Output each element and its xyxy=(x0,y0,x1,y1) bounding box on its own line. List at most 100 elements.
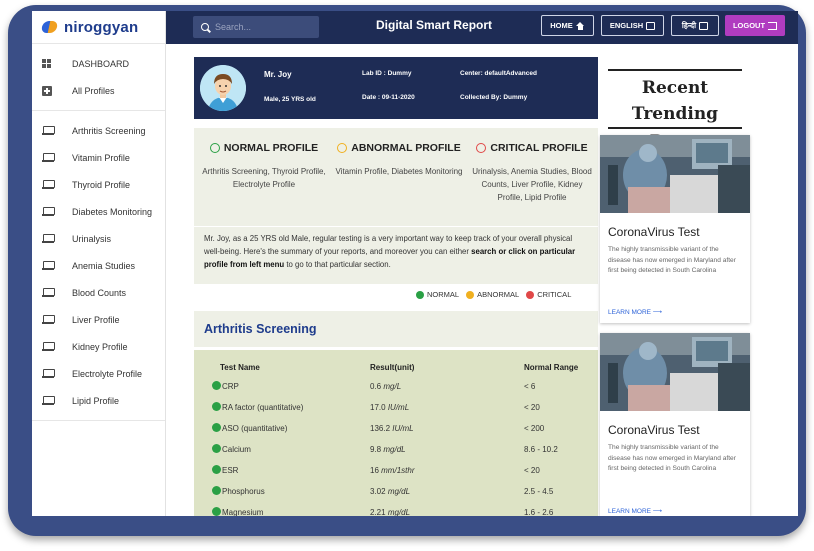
table-row: Calcium 9.8 mg/dL 8.6 - 10.2 xyxy=(194,439,598,460)
status-dot-icon xyxy=(212,507,221,516)
report-date: Date : 09-11-2020 xyxy=(362,94,415,101)
abnormal-profile-list: Vitamin Profile, Diabetes Monitoring xyxy=(335,167,463,176)
search-box[interactable] xyxy=(193,16,319,38)
laptop-icon xyxy=(42,288,55,297)
sidebar-item-label: All Profiles xyxy=(72,85,115,96)
table-row: Magnesium 2.21 mg/dL 1.6 - 2.6 xyxy=(194,502,598,516)
sidebar-item-anemia-studies[interactable]: Anemia Studies xyxy=(32,252,165,279)
profile-summary: NORMAL PROFILE Arthritis Screening, Thyr… xyxy=(194,128,598,284)
table-row: CRP 0.6 mg/L < 6 xyxy=(194,376,598,397)
logout-button-label: LOGOUT xyxy=(732,21,766,30)
patient-details: Male, 25 YRS old xyxy=(264,96,316,103)
laptop-icon xyxy=(42,261,55,270)
hindi-language-button[interactable]: हिन्दी xyxy=(671,15,719,36)
sidebar-item-label: Vitamin Profile xyxy=(72,152,130,163)
laptop-icon xyxy=(42,396,55,405)
normal-profile-title: NORMAL PROFILE xyxy=(223,142,319,154)
critical-profile-column: CRITICAL PROFILE Urinalysis, Anemia Stud… xyxy=(472,142,592,204)
trending-post-card[interactable]: CoronaVirus Test The highly transmissibl… xyxy=(600,333,750,516)
sad-face-icon xyxy=(476,143,487,153)
sidebar-profile-list: Arthritis Screening Vitamin Profile Thyr… xyxy=(32,111,165,421)
logout-icon xyxy=(768,21,778,30)
table-header: Test Name Result(unit) Normal Range xyxy=(220,362,579,372)
table-row: ESR 16 mm/1sthr < 20 xyxy=(194,460,598,481)
hindi-button-label: हिन्दी xyxy=(681,20,697,30)
section-title: Arthritis Screening xyxy=(194,311,598,347)
sidebar: niroggyan DASHBOARD All Profiles Arthrit… xyxy=(32,11,166,516)
status-dot-icon xyxy=(212,381,221,390)
lab-id: Lab ID : Dummy xyxy=(362,70,412,77)
home-button[interactable]: HOME xyxy=(541,15,594,36)
abnormal-dot-icon xyxy=(466,290,475,299)
sidebar-item-urinalysis[interactable]: Urinalysis xyxy=(32,225,165,252)
brand-logo[interactable]: niroggyan xyxy=(32,11,165,44)
smile-icon xyxy=(209,143,220,153)
table-row: ASO (quantitative) 136.2 IU/mL < 200 xyxy=(194,418,598,439)
sidebar-item-label: Liver Profile xyxy=(72,314,120,325)
post-excerpt: The highly transmissible variant of the … xyxy=(608,444,736,472)
post-title: CoronaVirus Test xyxy=(608,225,700,239)
normal-profile-column: NORMAL PROFILE Arthritis Screening, Thyr… xyxy=(202,142,326,191)
sidebar-item-thyroid-profile[interactable]: Thyroid Profile xyxy=(32,171,165,198)
sidebar-item-electrolyte-profile[interactable]: Electrolyte Profile xyxy=(32,360,165,387)
status-legend: NORMAL ABNORMAL CRITICAL xyxy=(416,290,571,299)
app-screen: niroggyan DASHBOARD All Profiles Arthrit… xyxy=(32,11,798,516)
sidebar-item-label: Blood Counts xyxy=(72,287,127,298)
results-table: Test Name Result(unit) Normal Range CRP 0… xyxy=(194,350,598,516)
arthritis-section: Arthritis Screening Test Name Result(uni… xyxy=(194,311,598,516)
post-title: CoronaVirus Test xyxy=(608,423,700,437)
sidebar-item-label: Urinalysis xyxy=(72,233,112,244)
learn-more-link[interactable]: LEARN MORE ⟶ xyxy=(600,308,670,316)
sidebar-item-dashboard[interactable]: DASHBOARD xyxy=(32,50,165,77)
patient-name: Mr. Joy xyxy=(264,70,292,79)
post-image xyxy=(600,135,750,213)
normal-profile-list: Arthritis Screening, Thyroid Profile, El… xyxy=(202,167,326,189)
center-name: Center: defaultAdvanced xyxy=(460,70,537,77)
english-language-button[interactable]: ENGLISH xyxy=(601,15,664,36)
post-excerpt: The highly transmissible variant of the … xyxy=(608,246,736,274)
logout-button[interactable]: LOGOUT xyxy=(725,15,785,36)
plus-square-icon xyxy=(42,86,53,96)
critical-profile-list: Urinalysis, Anemia Studies, Blood Counts… xyxy=(472,167,592,202)
logo-icon xyxy=(42,19,58,35)
sidebar-item-lipid-profile[interactable]: Lipid Profile xyxy=(32,387,165,414)
status-dot-icon xyxy=(212,423,221,432)
sidebar-item-label: Electrolyte Profile xyxy=(72,368,143,379)
sidebar-item-kidney-profile[interactable]: Kidney Profile xyxy=(32,333,165,360)
table-row: RA factor (quantitative) 17.0 IU/mL < 20 xyxy=(194,397,598,418)
abnormal-profile-column: ABNORMAL PROFILE Vitamin Profile, Diabet… xyxy=(334,142,464,178)
top-bar: Digital Smart Report HOME ENGLISH हिन्दी… xyxy=(166,11,798,44)
sidebar-item-vitamin-profile[interactable]: Vitamin Profile xyxy=(32,144,165,171)
status-dot-icon xyxy=(212,465,221,474)
laptop-icon xyxy=(42,180,55,189)
laptop-icon xyxy=(42,234,55,243)
normal-dot-icon xyxy=(416,290,424,299)
search-input[interactable] xyxy=(215,22,310,32)
sidebar-item-diabetes-monitoring[interactable]: Diabetes Monitoring xyxy=(32,198,165,225)
sidebar-item-label: Arthritis Screening xyxy=(72,125,146,136)
learn-more-link[interactable]: LEARN MORE ⟶ xyxy=(600,507,670,515)
english-button-label: ENGLISH xyxy=(609,21,644,30)
summary-intro: Mr. Joy, as a 25 YRS old Male, regular t… xyxy=(204,234,576,269)
sidebar-item-liver-profile[interactable]: Liver Profile xyxy=(32,306,165,333)
abnormal-profile-title: ABNORMAL PROFILE xyxy=(351,142,461,154)
laptop-icon xyxy=(42,369,55,378)
sidebar-item-blood-counts[interactable]: Blood Counts xyxy=(32,279,165,306)
translate-icon xyxy=(699,21,709,30)
sidebar-item-label: Anemia Studies xyxy=(72,260,136,271)
sidebar-item-all-profiles[interactable]: All Profiles xyxy=(32,77,165,104)
search-icon xyxy=(201,23,209,31)
critical-profile-title: CRITICAL PROFILE xyxy=(490,142,588,154)
dashboard-icon xyxy=(42,59,53,68)
table-row: Phosphorus 3.02 mg/dL 2.5 - 4.5 xyxy=(194,481,598,502)
patient-avatar xyxy=(200,65,246,111)
patient-card: Mr. Joy Male, 25 YRS old Lab ID : Dummy … xyxy=(194,57,598,119)
sidebar-item-arthritis-screening[interactable]: Arthritis Screening xyxy=(32,117,165,144)
post-image xyxy=(600,333,750,411)
laptop-icon xyxy=(42,207,55,216)
home-button-label: HOME xyxy=(550,21,573,30)
trending-post-card[interactable]: CoronaVirus Test The highly transmissibl… xyxy=(600,135,750,323)
divider xyxy=(194,226,598,227)
sidebar-item-label: DASHBOARD xyxy=(72,58,130,69)
critical-dot-icon xyxy=(526,290,535,299)
